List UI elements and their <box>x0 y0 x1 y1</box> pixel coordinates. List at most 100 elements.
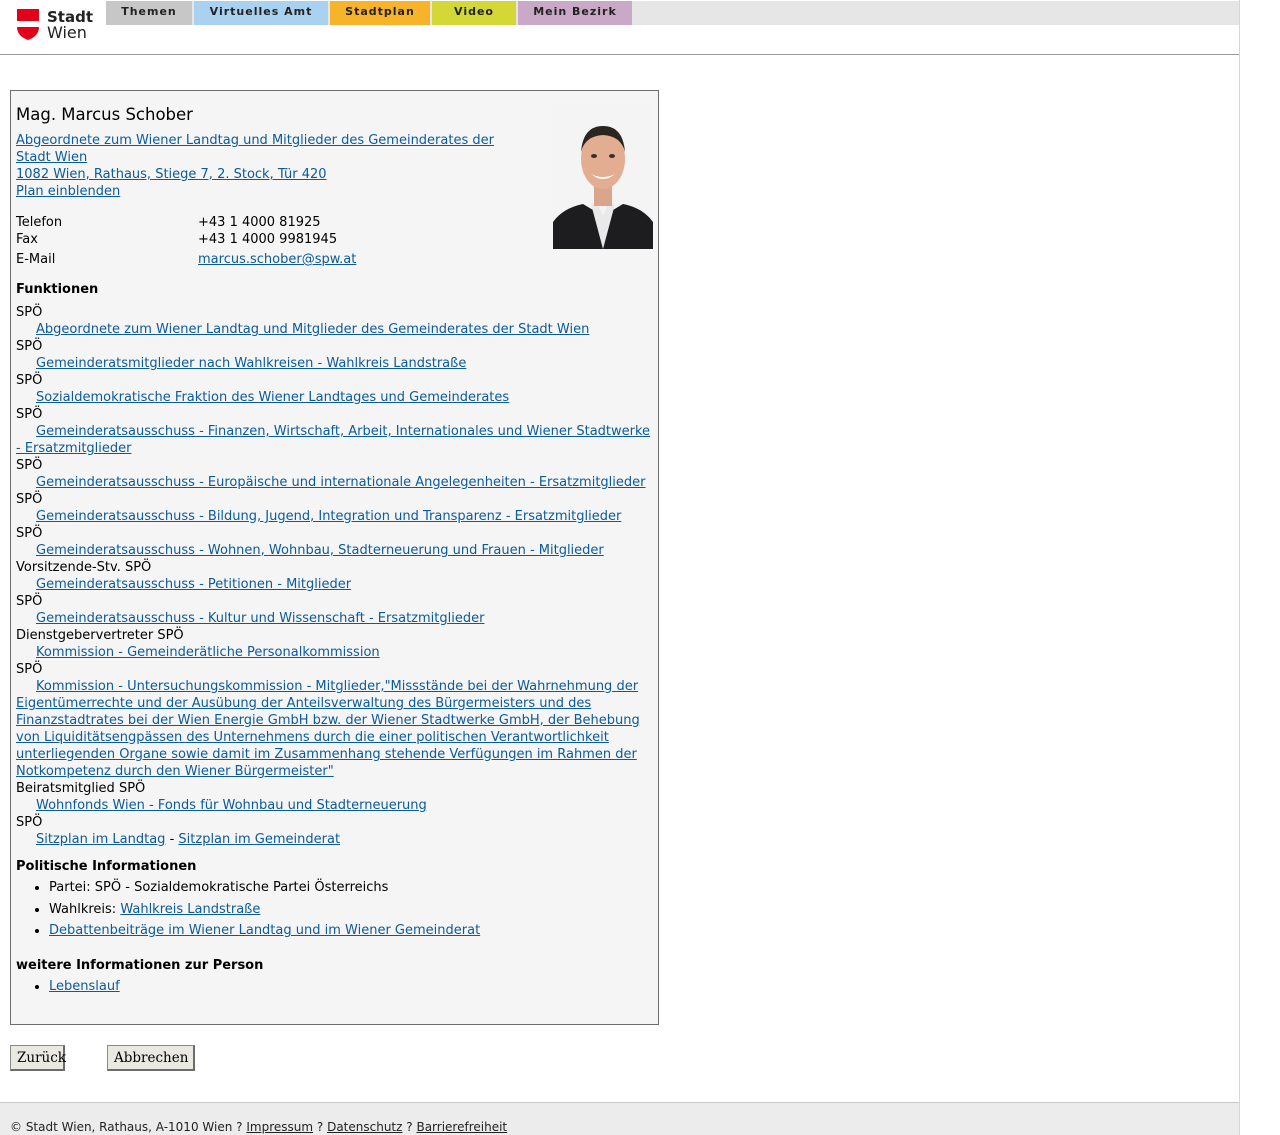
site-footer: © Stadt Wien, Rathaus, A-1010 Wien ? Imp… <box>0 1102 1240 1135</box>
function-link[interactable]: Wohnfonds Wien - Fonds für Wohnbau und S… <box>36 798 427 813</box>
email-link[interactable]: marcus.schober@spw.at <box>198 251 356 268</box>
function-item: SPÖ Gemeinderatsausschuss - Europäische … <box>16 457 652 491</box>
function-item: Beiratsmitglied SPÖ Wohnfonds Wien - Fon… <box>16 780 652 814</box>
function-role: SPÖ <box>16 594 43 609</box>
political-info-title: Politische Informationen <box>16 859 197 874</box>
main-navigation: Themen Virtuelles Amt Stadtplan Video Me… <box>106 1 1240 25</box>
back-button[interactable]: Zurück <box>10 1045 66 1071</box>
party-item: Partei: SPÖ - Sozialdemokratische Partei… <box>49 879 652 896</box>
seating-plan-landtag-link[interactable]: Sitzplan im Landtag <box>36 832 165 847</box>
function-item: SPÖ Gemeinderatsmitglieder nach Wahlkrei… <box>16 338 652 372</box>
address-link[interactable]: 1082 Wien, Rathaus, Stiege 7, 2. Stock, … <box>16 166 516 183</box>
show-map-link[interactable]: Plan einblenden <box>16 183 516 200</box>
tab-virtuelles-amt[interactable]: Virtuelles Amt <box>194 1 328 25</box>
function-link[interactable]: Kommission - Untersuchungskommission - M… <box>16 679 640 779</box>
phone-row: Telefon +43 1 4000 81925 <box>16 214 516 231</box>
more-info-section: weitere Informationen zur Person Lebensl… <box>16 958 652 1000</box>
function-role: SPÖ <box>16 373 43 388</box>
email-label: E-Mail <box>16 252 56 267</box>
function-link[interactable]: Gemeinderatsausschuss - Petitionen - Mit… <box>36 577 351 592</box>
political-info-list: Partei: SPÖ - Sozialdemokratische Partei… <box>16 879 652 939</box>
cv-link[interactable]: Lebenslauf <box>49 979 120 994</box>
portrait-image <box>553 104 653 249</box>
function-role: Vorsitzende-Stv. SPÖ <box>16 560 152 575</box>
fax-row: Fax +43 1 4000 9981945 <box>16 231 516 248</box>
function-role: SPÖ <box>16 305 43 320</box>
function-item: SPÖ Abgeordnete zum Wiener Landtag und M… <box>16 304 652 338</box>
function-item: SPÖ Gemeinderatsausschuss - Wohnen, Wohn… <box>16 525 652 559</box>
debates-item: Debattenbeiträge im Wiener Landtag und i… <box>49 922 652 939</box>
function-role: Dienstgebervertreter SPÖ <box>16 628 184 643</box>
cv-item: Lebenslauf <box>49 978 652 995</box>
functions-title: Funktionen <box>16 282 99 297</box>
contact-block: Telefon +43 1 4000 81925 Fax +43 1 4000 … <box>16 214 516 268</box>
seating-plan-separator: - <box>169 832 175 847</box>
logo-wordmark: Stadt Wien <box>47 9 93 41</box>
function-role: Beiratsmitglied SPÖ <box>16 781 146 796</box>
person-name: Mag. Marcus Schober <box>16 105 193 124</box>
footer-line: © Stadt Wien, Rathaus, A-1010 Wien ? Imp… <box>10 1120 507 1134</box>
debates-link[interactable]: Debattenbeiträge im Wiener Landtag und i… <box>49 923 480 938</box>
fax-value: +43 1 4000 9981945 <box>198 232 338 247</box>
function-link[interactable]: Sozialdemokratische Fraktion des Wiener … <box>36 390 509 405</box>
political-info-section: Politische Informationen Partei: SPÖ - S… <box>16 859 652 944</box>
district-label: Wahlkreis: <box>49 901 117 917</box>
function-link[interactable]: Abgeordnete zum Wiener Landtag und Mitgl… <box>36 322 589 337</box>
fax-label: Fax <box>16 232 38 247</box>
functions-section: Funktionen SPÖ Abgeordnete zum Wiener La… <box>16 281 652 848</box>
datenschutz-link[interactable]: Datenschutz <box>327 1120 402 1134</box>
page: Stadt Wien Themen Virtuelles Amt Stadtpl… <box>0 0 1240 1135</box>
district-item: Wahlkreis: Wahlkreis Landstraße <box>49 901 652 918</box>
footer-separator: ? <box>316 1120 324 1134</box>
function-link[interactable]: Gemeinderatsausschuss - Europäische und … <box>36 475 646 490</box>
barrierefreiheit-link[interactable]: Barrierefreiheit <box>416 1120 507 1134</box>
function-role: SPÖ <box>16 526 43 541</box>
function-role: SPÖ <box>16 407 43 422</box>
function-link[interactable]: Gemeinderatsausschuss - Kultur und Wisse… <box>36 611 484 626</box>
email-row: E-Mail marcus.schober@spw.at <box>16 251 516 268</box>
logo-line2: Wien <box>47 23 87 42</box>
phone-label: Telefon <box>16 215 63 230</box>
function-item: SPÖ Sozialdemokratische Fraktion des Wie… <box>16 372 652 406</box>
person-photo <box>553 104 653 249</box>
function-item: SPÖ Kommission - Untersuchungskommission… <box>16 661 652 780</box>
function-link[interactable]: Gemeinderatsausschuss - Finanzen, Wirtsc… <box>16 424 650 456</box>
function-role: SPÖ <box>16 662 43 677</box>
copyright-text: © Stadt Wien, Rathaus, A-1010 Wien <box>10 1120 233 1134</box>
impressum-link[interactable]: Impressum <box>246 1120 313 1134</box>
phone-value: +43 1 4000 81925 <box>198 215 321 230</box>
function-role: SPÖ <box>16 458 43 473</box>
vienna-shield-icon <box>17 9 39 40</box>
district-link[interactable]: Wahlkreis Landstraße <box>120 902 260 917</box>
function-link[interactable]: Gemeinderatsausschuss - Wohnen, Wohnbau,… <box>36 543 604 558</box>
function-item: Dienstgebervertreter SPÖ Kommission - Ge… <box>16 627 652 661</box>
site-header: Stadt Wien Themen Virtuelles Amt Stadtpl… <box>0 0 1240 55</box>
tab-video[interactable]: Video <box>432 1 516 25</box>
footer-separator: ? <box>236 1120 243 1134</box>
function-item: SPÖ Gemeinderatsausschuss - Kultur und W… <box>16 593 652 627</box>
seating-plan-item: SPÖ Sitzplan im Landtag - Sitzplan im Ge… <box>16 814 652 848</box>
more-info-title: weitere Informationen zur Person <box>16 958 264 973</box>
function-item: SPÖ Gemeinderatsausschuss - Bildung, Jug… <box>16 491 652 525</box>
function-role: SPÖ <box>16 492 43 507</box>
window-scrollbar[interactable] <box>1239 0 1280 1135</box>
function-role: SPÖ <box>16 815 43 830</box>
party-text: Partei: SPÖ - Sozialdemokratische Partei… <box>49 880 389 895</box>
tab-stadtplan[interactable]: Stadtplan <box>330 1 430 25</box>
cancel-button[interactable]: Abbrechen <box>107 1045 195 1071</box>
function-item: Vorsitzende-Stv. SPÖ Gemeinderatsausschu… <box>16 559 652 593</box>
office-link[interactable]: Abgeordnete zum Wiener Landtag und Mitgl… <box>16 132 516 166</box>
address-block: Abgeordnete zum Wiener Landtag und Mitgl… <box>16 132 516 200</box>
function-link[interactable]: Gemeinderatsausschuss - Bildung, Jugend,… <box>36 509 621 524</box>
function-link[interactable]: Kommission - Gemeinderätliche Personalko… <box>36 645 380 660</box>
function-role: SPÖ <box>16 339 43 354</box>
seating-plan-gemeinderat-link[interactable]: Sitzplan im Gemeinderat <box>178 832 340 847</box>
more-info-list: Lebenslauf <box>16 978 652 995</box>
function-item: SPÖ Gemeinderatsausschuss - Finanzen, Wi… <box>16 406 652 457</box>
footer-separator: ? <box>406 1120 413 1134</box>
stadt-wien-logo[interactable]: Stadt Wien <box>17 9 93 41</box>
tab-mein-bezirk[interactable]: Mein Bezirk <box>518 1 632 25</box>
person-card: Mag. Marcus Schober Abgeordnete zum Wien… <box>10 90 659 1025</box>
function-link[interactable]: Gemeinderatsmitglieder nach Wahlkreisen … <box>36 356 466 371</box>
tab-themen[interactable]: Themen <box>106 1 192 25</box>
